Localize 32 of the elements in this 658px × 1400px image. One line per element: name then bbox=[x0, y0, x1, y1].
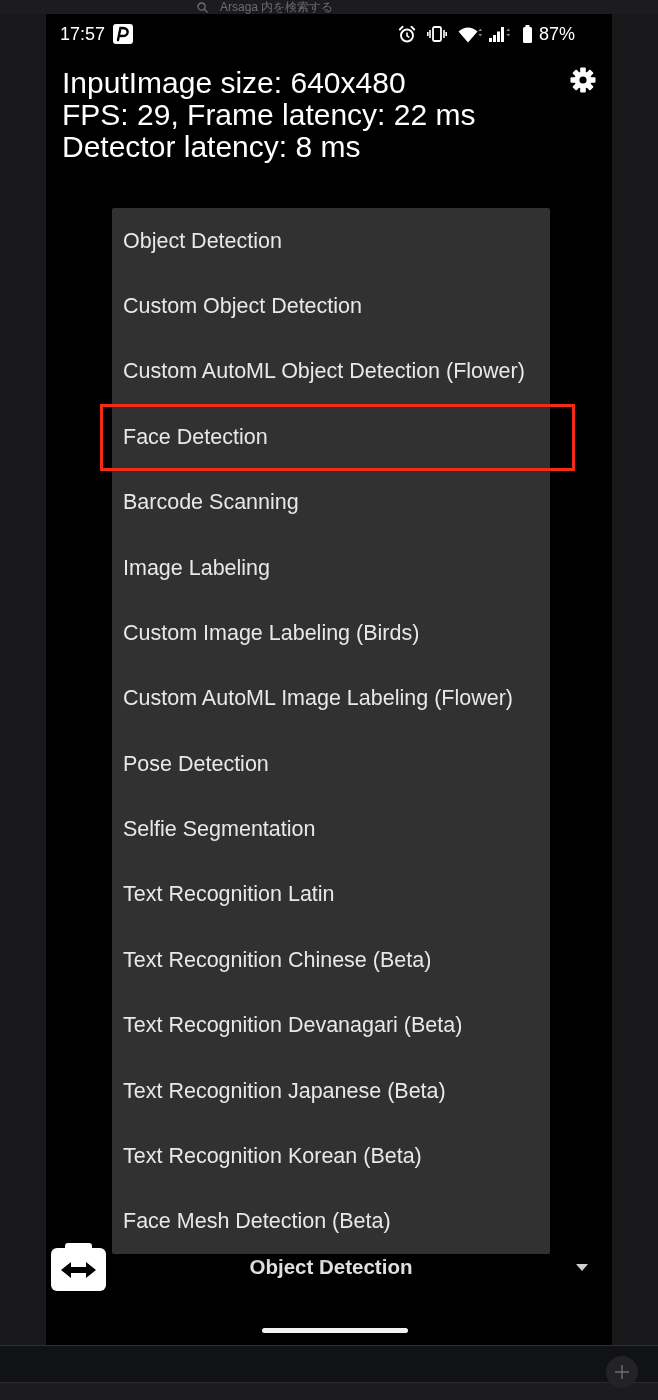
menu-item[interactable]: Text Recognition Korean (Beta) bbox=[112, 1123, 550, 1189]
caret-icon bbox=[576, 1263, 588, 1271]
plus-icon[interactable] bbox=[606, 1356, 638, 1388]
battery-percent-text: 87% bbox=[538, 22, 575, 46]
menu-item[interactable]: Pose Detection bbox=[112, 731, 550, 797]
signal-icon bbox=[487, 25, 511, 43]
menu-item[interactable]: Custom AutoML Image Labeling (Flower) bbox=[112, 665, 550, 732]
settings-icon[interactable] bbox=[570, 67, 596, 93]
menu-item[interactable]: Custom Object Detection bbox=[112, 273, 550, 339]
stats-text: InputImage size: 640x480 bbox=[62, 67, 407, 99]
menu-item[interactable]: Selfie Segmentation bbox=[112, 796, 550, 862]
app-notification-icon bbox=[113, 24, 134, 44]
vibrate-icon bbox=[426, 26, 447, 42]
search-field[interactable]: Arsaga 内を検索する bbox=[220, 0, 440, 14]
stats-text: FPS: 29, Frame latency: 22 ms bbox=[62, 99, 476, 131]
menu-item[interactable]: Custom AutoML Object Detection (Flower) bbox=[112, 338, 550, 405]
clock-text: 17:57 bbox=[60, 22, 106, 46]
menu-item[interactable]: Text Recognition Latin bbox=[112, 861, 550, 928]
menu-item[interactable]: Object Detection bbox=[112, 208, 550, 274]
battery-icon bbox=[521, 25, 533, 43]
menu-item[interactable]: Text Recognition Chinese (Beta) bbox=[112, 927, 550, 993]
menu-item[interactable]: Custom Image Labeling (Birds) bbox=[112, 600, 550, 666]
menu-item[interactable]: Barcode Scanning bbox=[112, 469, 550, 535]
menu-item[interactable]: Text Recognition Japanese (Beta) bbox=[112, 1058, 550, 1124]
stats-text: Detector latency: 8 ms bbox=[62, 131, 361, 163]
wifi-icon bbox=[457, 25, 483, 43]
menu-item[interactable]: Image Labeling bbox=[112, 534, 550, 601]
alarm-icon bbox=[397, 25, 416, 43]
menu-item[interactable]: Text Recognition Devanagari (Beta) bbox=[112, 992, 550, 1059]
menu-item[interactable]: Face Detection bbox=[112, 404, 550, 470]
camera-switch-icon[interactable] bbox=[51, 1243, 106, 1291]
search-icon bbox=[197, 1, 208, 13]
